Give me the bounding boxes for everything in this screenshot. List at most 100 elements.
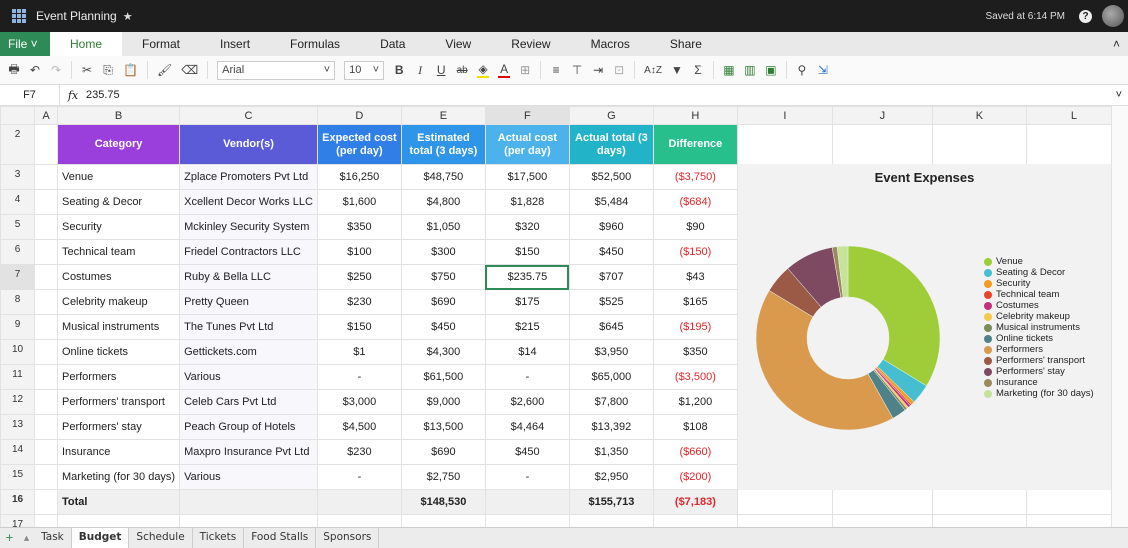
cell[interactable] [931, 489, 1027, 515]
cell[interactable] [34, 489, 58, 515]
menu-format[interactable]: Format [122, 37, 200, 51]
cell[interactable] [34, 414, 58, 440]
expected-cost-cell[interactable]: $100 [316, 239, 402, 265]
legend-item[interactable]: Venue [984, 256, 1094, 267]
menu-insert[interactable]: Insert [200, 37, 270, 51]
actual-total-cell[interactable]: $2,950 [568, 464, 654, 490]
expected-cost-cell[interactable]: - [316, 364, 402, 390]
actual-cost-cell[interactable]: $235.75 [484, 264, 570, 290]
bold-button[interactable]: B [393, 63, 405, 77]
actual-cost-cell[interactable]: - [484, 464, 570, 490]
estimated-total-cell[interactable]: $690 [400, 289, 486, 315]
vendor-cell[interactable]: Zplace Promoters Pvt Ltd [179, 164, 318, 190]
estimated-total-cell[interactable]: $300 [400, 239, 486, 265]
cell[interactable] [179, 489, 318, 515]
merge-cells-icon[interactable]: ⊡ [613, 63, 625, 77]
row-header[interactable]: 11 [0, 364, 35, 390]
total-label[interactable]: Total [56, 489, 181, 515]
column-header-b[interactable]: B [56, 106, 181, 125]
menu-formulas[interactable]: Formulas [270, 37, 360, 51]
sheet-list-icon[interactable]: ▴ [19, 528, 34, 548]
column-header-c[interactable]: C [179, 106, 318, 125]
row-header[interactable]: 9 [0, 314, 35, 340]
category-cell[interactable]: Marketing (for 30 days) [56, 464, 181, 490]
legend-item[interactable]: Insurance [984, 377, 1094, 388]
vendor-cell[interactable]: Friedel Contractors LLC [179, 239, 318, 265]
category-cell[interactable]: Musical instruments [56, 314, 181, 340]
table-header-cell[interactable]: Category [56, 124, 181, 165]
cell[interactable] [831, 124, 933, 165]
actual-total-cell[interactable]: $707 [568, 264, 654, 290]
row-header[interactable]: 3 [0, 164, 35, 190]
table-header-cell[interactable]: Difference [652, 124, 738, 165]
cell[interactable] [34, 339, 58, 365]
estimated-total-cell[interactable]: $2,750 [400, 464, 486, 490]
cell[interactable] [34, 289, 58, 315]
legend-item[interactable]: Celebrity makeup [984, 311, 1094, 322]
row-header[interactable]: 8 [0, 289, 35, 315]
insert-row-icon[interactable]: ▦ [723, 63, 735, 77]
difference-cell[interactable]: $90 [652, 214, 738, 240]
strikethrough-button[interactable]: ab [456, 65, 468, 76]
row-header[interactable]: 14 [0, 439, 35, 465]
actual-total-cell[interactable]: $5,484 [568, 189, 654, 215]
column-header-f[interactable]: F [484, 106, 570, 125]
category-cell[interactable]: Technical team [56, 239, 181, 265]
menu-review[interactable]: Review [491, 37, 570, 51]
category-cell[interactable]: Performers' stay [56, 414, 181, 440]
expected-cost-cell[interactable]: $350 [316, 214, 402, 240]
cell[interactable] [34, 389, 58, 415]
category-cell[interactable]: Performers' transport [56, 389, 181, 415]
tab-budget[interactable]: Budget [71, 528, 130, 548]
table-header-cell[interactable]: Vendor(s) [179, 124, 318, 165]
expand-formula-icon[interactable]: ˅ [1116, 89, 1122, 101]
actual-total-cell[interactable]: $7,800 [568, 389, 654, 415]
cell[interactable] [34, 239, 58, 265]
legend-item[interactable]: Online tickets [984, 333, 1094, 344]
category-cell[interactable]: Security [56, 214, 181, 240]
sort-icon[interactable]: A↕Z [644, 65, 662, 76]
row-header[interactable]: 16 [0, 489, 35, 515]
font-family-select[interactable]: Arial ˅ [217, 60, 336, 80]
add-sheet-icon[interactable]: + [0, 528, 19, 548]
expected-cost-cell[interactable]: $230 [316, 439, 402, 465]
cell[interactable] [34, 314, 58, 340]
legend-item[interactable]: Performers' transport [984, 355, 1094, 366]
difference-cell[interactable]: ($200) [652, 464, 738, 490]
column-header-j[interactable]: J [831, 106, 933, 125]
sum-icon[interactable]: Σ [692, 63, 704, 77]
vendor-cell[interactable]: Various [179, 464, 318, 490]
cell[interactable] [34, 464, 58, 490]
tab-task[interactable]: Task [34, 528, 72, 548]
donut-slice-venue[interactable] [847, 245, 941, 387]
cell[interactable] [316, 489, 402, 515]
menu-macros[interactable]: Macros [571, 37, 650, 51]
category-cell[interactable]: Insurance [56, 439, 181, 465]
cell[interactable] [484, 489, 570, 515]
table-header-cell[interactable]: Estimated total (3 days) [400, 124, 486, 165]
print-icon[interactable]: 🖶 [8, 60, 20, 81]
vendor-cell[interactable]: Celeb Cars Pvt Ltd [179, 389, 318, 415]
paste-icon[interactable]: 📋 [123, 63, 138, 77]
actual-cost-cell[interactable]: $4,464 [484, 414, 570, 440]
insert-column-icon[interactable]: ▥ [744, 63, 756, 77]
estimated-total-cell[interactable]: $450 [400, 314, 486, 340]
table-header-cell[interactable]: Actual cost (per day) [484, 124, 570, 165]
column-header-g[interactable]: G [568, 106, 654, 125]
table-header-cell[interactable]: Expected cost (per day) [316, 124, 402, 165]
estimated-total-cell[interactable]: $750 [400, 264, 486, 290]
formula-input[interactable]: 235.75 [86, 89, 1116, 101]
cell[interactable] [34, 124, 58, 165]
help-icon[interactable]: ? [1079, 9, 1092, 23]
row-header[interactable]: 15 [0, 464, 35, 490]
category-cell[interactable]: Performers [56, 364, 181, 390]
menu-data[interactable]: Data [360, 37, 425, 51]
legend-item[interactable]: Costumes [984, 300, 1094, 311]
avatar[interactable] [1102, 5, 1124, 27]
difference-cell[interactable]: $108 [652, 414, 738, 440]
difference-cell[interactable]: ($3,500) [652, 364, 738, 390]
italic-button[interactable]: I [414, 63, 426, 78]
estimated-total-cell[interactable]: $9,000 [400, 389, 486, 415]
cell[interactable] [1025, 489, 1122, 515]
row-header[interactable]: 7 [0, 264, 35, 290]
